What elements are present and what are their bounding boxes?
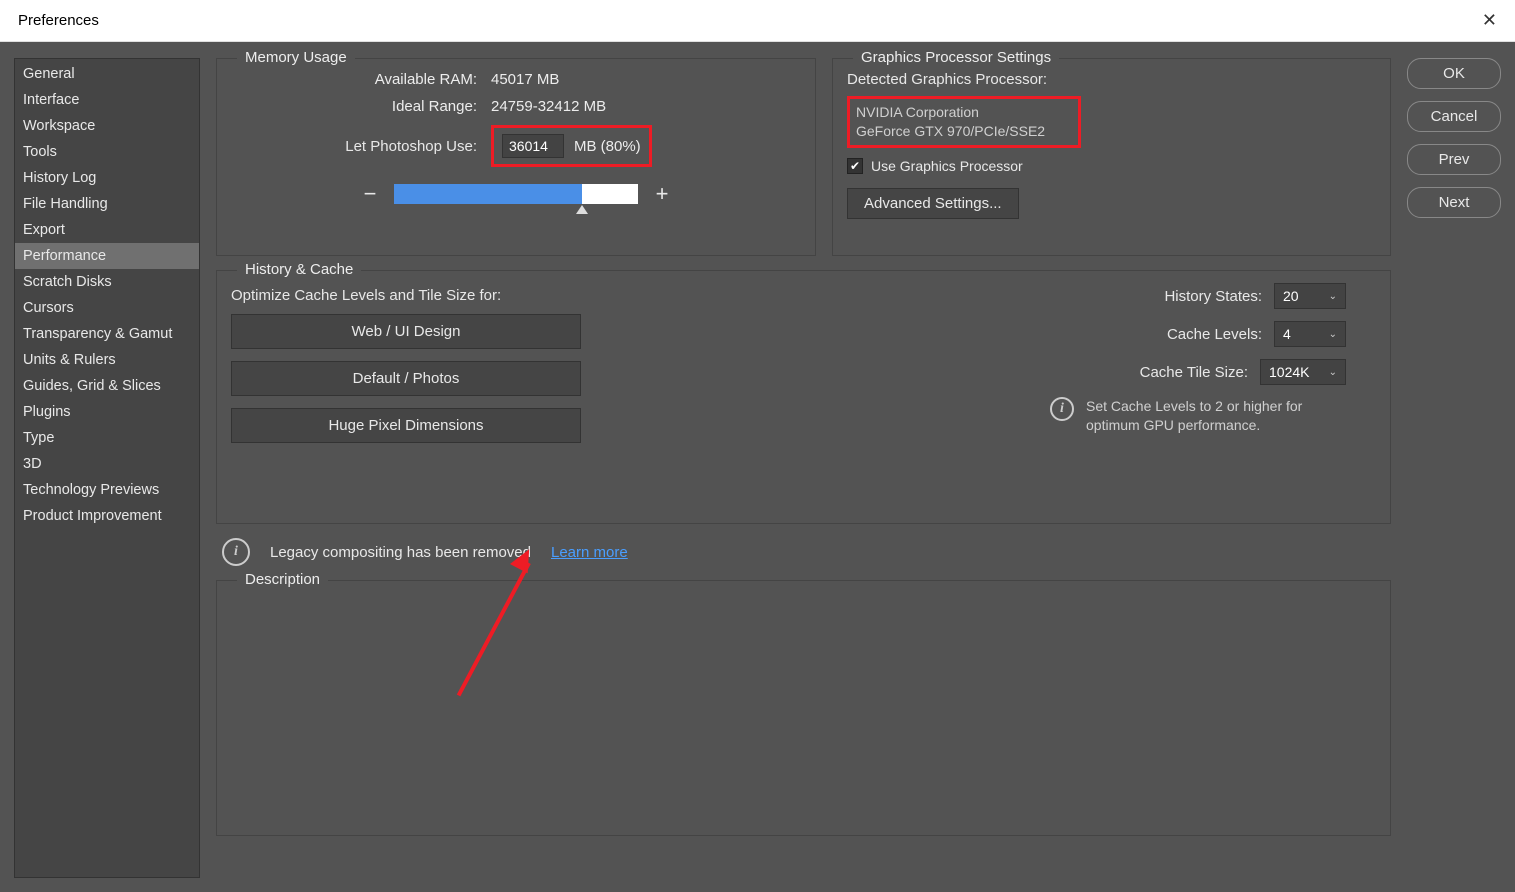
- next-button[interactable]: Next: [1407, 187, 1501, 218]
- ideal-range-label: Ideal Range:: [231, 98, 491, 115]
- learn-more-link[interactable]: Learn more: [551, 544, 628, 561]
- cache-tile-label: Cache Tile Size:: [1140, 364, 1248, 381]
- cache-info-text: Set Cache Levels to 2 or higher for opti…: [1086, 397, 1346, 435]
- prev-button[interactable]: Prev: [1407, 144, 1501, 175]
- sidebar-item-type[interactable]: Type: [15, 425, 199, 451]
- memory-use-input[interactable]: [502, 134, 564, 158]
- advanced-settings-button[interactable]: Advanced Settings...: [847, 188, 1019, 219]
- slider-thumb-icon[interactable]: [576, 205, 588, 214]
- cache-levels-value: 4: [1283, 326, 1291, 342]
- sidebar-item-technology-previews[interactable]: Technology Previews: [15, 477, 199, 503]
- titlebar: Preferences ✕: [0, 0, 1515, 42]
- use-gpu-checkbox[interactable]: ✔: [847, 158, 863, 174]
- gpu-vendor: NVIDIA Corporation: [856, 103, 1072, 122]
- close-icon[interactable]: ✕: [1482, 10, 1497, 31]
- sidebar-item-product-improvement[interactable]: Product Improvement: [15, 503, 199, 529]
- history-states-dropdown[interactable]: 20 ⌄: [1274, 283, 1346, 309]
- available-ram-value: 45017 MB: [491, 71, 559, 88]
- memory-slider[interactable]: [394, 184, 638, 204]
- legacy-text: Legacy compositing has been removed: [270, 544, 531, 561]
- sidebar-item-general[interactable]: General: [15, 61, 199, 87]
- history-states-label: History States:: [1164, 288, 1262, 305]
- dialog-buttons: OK Cancel Prev Next: [1407, 58, 1501, 878]
- sidebar-item-export[interactable]: Export: [15, 217, 199, 243]
- ok-button[interactable]: OK: [1407, 58, 1501, 89]
- history-cache-group: History & Cache Optimize Cache Levels an…: [216, 270, 1391, 524]
- sidebar-item-cursors[interactable]: Cursors: [15, 295, 199, 321]
- sidebar-item-workspace[interactable]: Workspace: [15, 113, 199, 139]
- history-title: History & Cache: [237, 261, 361, 278]
- memory-use-unit: MB (80%): [574, 138, 641, 155]
- use-gpu-label: Use Graphics Processor: [871, 158, 1023, 174]
- description-group: Description: [216, 580, 1391, 836]
- chevron-down-icon: ⌄: [1329, 291, 1337, 302]
- sidebar-item-3d[interactable]: 3D: [15, 451, 199, 477]
- cache-levels-dropdown[interactable]: 4 ⌄: [1274, 321, 1346, 347]
- history-states-value: 20: [1283, 288, 1299, 304]
- preset-web-ui-button[interactable]: Web / UI Design: [231, 314, 581, 349]
- plus-icon[interactable]: +: [652, 181, 672, 207]
- sidebar-item-transparency-gamut[interactable]: Transparency & Gamut: [15, 321, 199, 347]
- memory-usage-group: Memory Usage Available RAM: 45017 MB Ide…: [216, 58, 816, 256]
- sidebar-item-units-rulers[interactable]: Units & Rulers: [15, 347, 199, 373]
- slider-fill: [394, 184, 582, 204]
- window-title: Preferences: [18, 12, 99, 29]
- optimize-label: Optimize Cache Levels and Tile Size for:: [231, 287, 581, 304]
- sidebar-item-performance[interactable]: Performance: [15, 243, 199, 269]
- sidebar-item-plugins[interactable]: Plugins: [15, 399, 199, 425]
- info-icon: i: [222, 538, 250, 566]
- annotation-red-box-memory: MB (80%): [491, 125, 652, 167]
- legacy-notice: i Legacy compositing has been removed Le…: [216, 538, 1391, 566]
- chevron-down-icon: ⌄: [1329, 367, 1337, 378]
- preset-huge-button[interactable]: Huge Pixel Dimensions: [231, 408, 581, 443]
- gpu-model: GeForce GTX 970/PCIe/SSE2: [856, 122, 1072, 141]
- let-use-label: Let Photoshop Use:: [231, 138, 491, 155]
- sidebar-item-interface[interactable]: Interface: [15, 87, 199, 113]
- cache-levels-label: Cache Levels:: [1167, 326, 1262, 343]
- detected-gpu-label: Detected Graphics Processor:: [847, 71, 1376, 88]
- cancel-button[interactable]: Cancel: [1407, 101, 1501, 132]
- sidebar: GeneralInterfaceWorkspaceToolsHistory Lo…: [14, 58, 200, 878]
- sidebar-item-scratch-disks[interactable]: Scratch Disks: [15, 269, 199, 295]
- annotation-red-box-gpu: NVIDIA Corporation GeForce GTX 970/PCIe/…: [847, 96, 1081, 148]
- sidebar-item-file-handling[interactable]: File Handling: [15, 191, 199, 217]
- description-title: Description: [237, 571, 328, 588]
- gpu-settings-group: Graphics Processor Settings Detected Gra…: [832, 58, 1391, 256]
- cache-tile-dropdown[interactable]: 1024K ⌄: [1260, 359, 1346, 385]
- cache-tile-value: 1024K: [1269, 364, 1309, 380]
- minus-icon[interactable]: −: [360, 181, 380, 207]
- ideal-range-value: 24759-32412 MB: [491, 98, 606, 115]
- preset-default-button[interactable]: Default / Photos: [231, 361, 581, 396]
- sidebar-item-tools[interactable]: Tools: [15, 139, 199, 165]
- chevron-down-icon: ⌄: [1329, 329, 1337, 340]
- info-icon: i: [1050, 397, 1074, 421]
- memory-title: Memory Usage: [237, 49, 355, 66]
- sidebar-item-history-log[interactable]: History Log: [15, 165, 199, 191]
- gpu-title: Graphics Processor Settings: [853, 49, 1059, 66]
- sidebar-item-guides-grid-slices[interactable]: Guides, Grid & Slices: [15, 373, 199, 399]
- available-ram-label: Available RAM:: [231, 71, 491, 88]
